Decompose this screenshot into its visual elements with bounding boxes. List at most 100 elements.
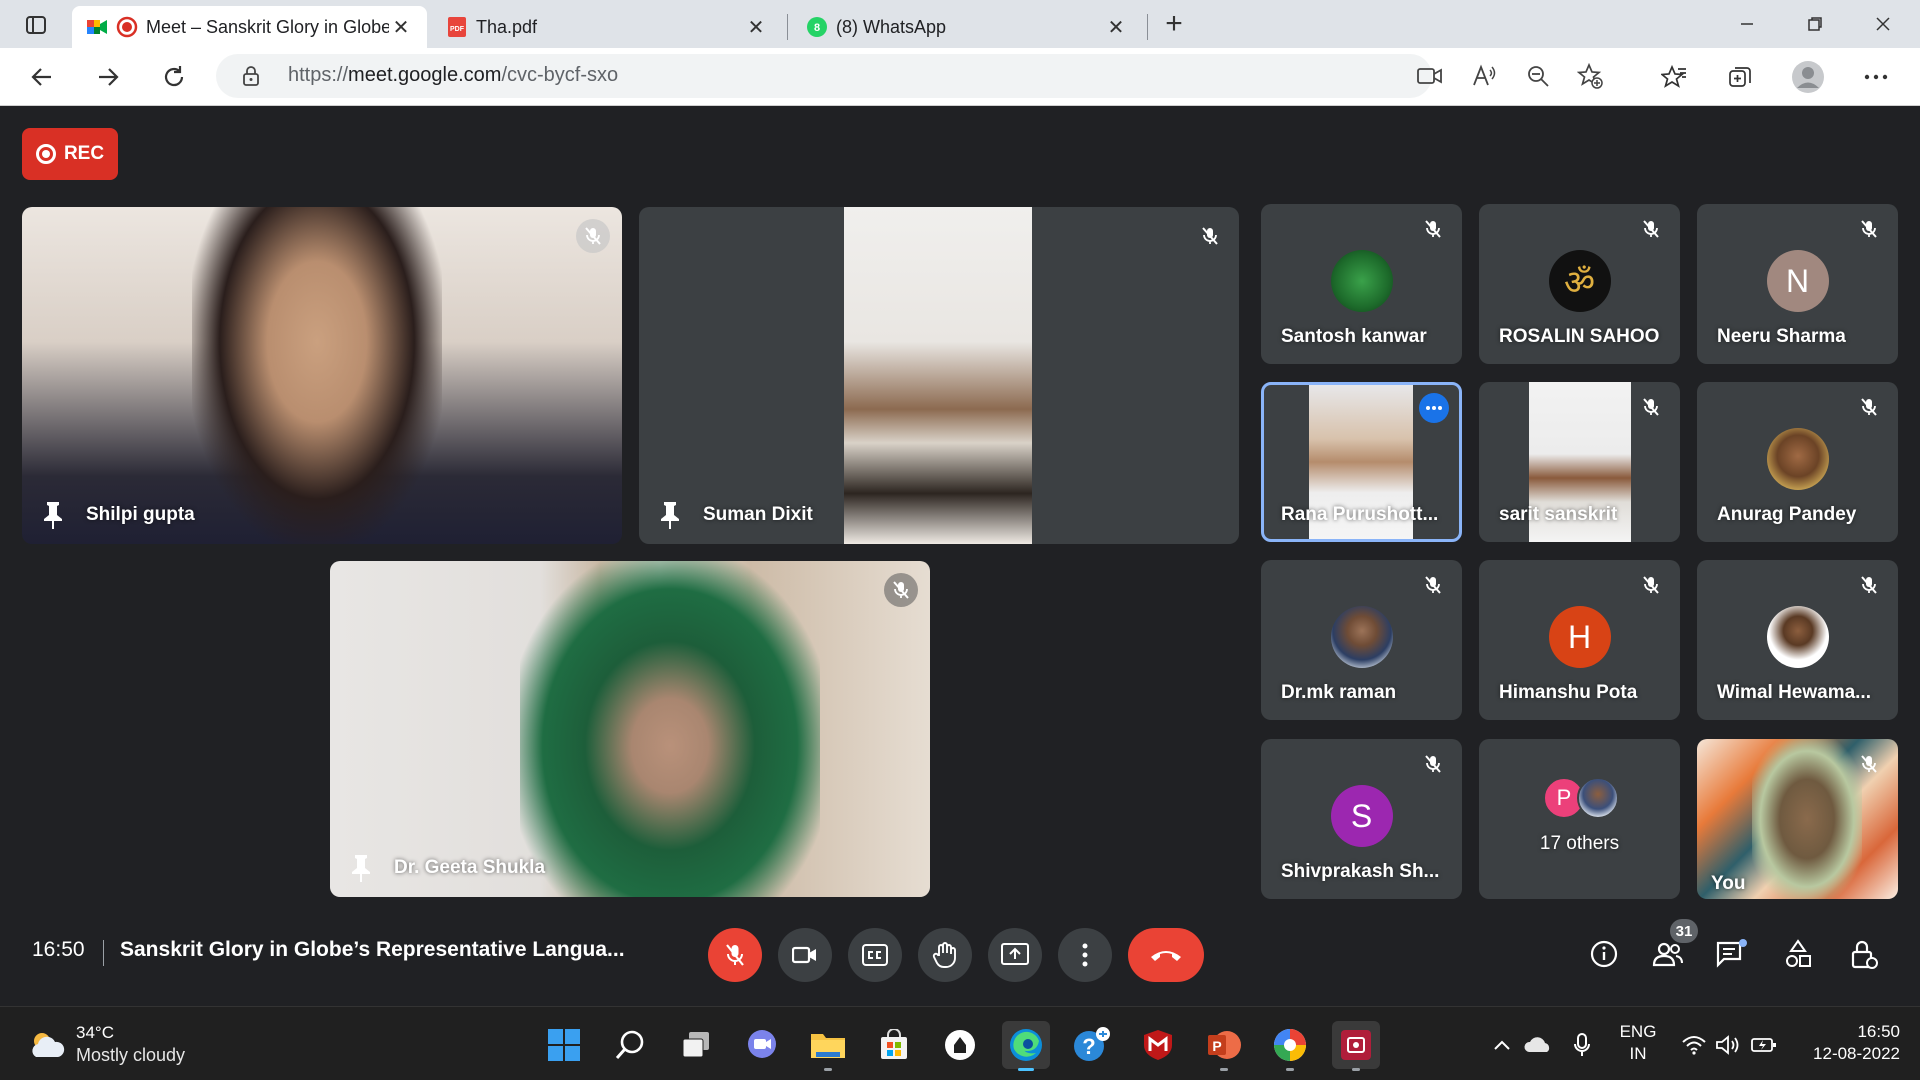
meeting-clock: 16:50	[32, 938, 85, 961]
tab-pdf[interactable]: PDF Tha.pdf ✕	[432, 6, 782, 48]
zoom-out-icon[interactable]	[1524, 62, 1552, 90]
wifi-icon[interactable]	[1678, 1029, 1710, 1061]
participant-tile[interactable]: Anurag Pandey	[1697, 382, 1898, 542]
camera-toggle-button[interactable]	[778, 928, 832, 982]
pin-icon[interactable]	[40, 500, 66, 530]
raise-hand-button[interactable]	[918, 928, 972, 982]
participant-tile[interactable]: Dr.mk raman	[1261, 560, 1462, 720]
onedrive-icon[interactable]	[1522, 1029, 1554, 1061]
participant-tile-speaking[interactable]: Rana Purushott...	[1261, 382, 1462, 542]
captions-button[interactable]	[848, 928, 902, 982]
pin-icon[interactable]	[657, 500, 683, 530]
weather-widget[interactable]: 34°C Mostly cloudy	[28, 1023, 208, 1067]
participant-name: Santosh kanwar	[1281, 326, 1427, 347]
back-button[interactable]	[22, 57, 62, 97]
task-view-icon[interactable]	[672, 1021, 720, 1069]
participant-name: Suman Dixit	[703, 504, 813, 525]
microphone-in-use-icon[interactable]	[1566, 1029, 1598, 1061]
file-explorer-icon[interactable]	[804, 1021, 852, 1071]
participant-tile[interactable]: Santosh kanwar	[1261, 204, 1462, 364]
url-text: https://meet.google.com/cvc-bycf-sxo	[288, 64, 618, 87]
chat-icon[interactable]	[1712, 934, 1752, 974]
address-bar[interactable]: https://meet.google.com/cvc-bycf-sxo	[216, 54, 1603, 98]
muted-mic-icon	[1418, 570, 1448, 600]
more-options-icon[interactable]	[1419, 393, 1449, 423]
screen-recorder-icon[interactable]	[1332, 1021, 1380, 1071]
tab-meet[interactable]: Meet – Sanskrit Glory in Globe's Represe…	[72, 6, 427, 48]
tab-title: Tha.pdf	[476, 16, 538, 37]
weather-condition: Mostly cloudy	[76, 1045, 186, 1065]
participant-tile[interactable]: ॐ ROSALIN SAHOO	[1479, 204, 1680, 364]
google-meet-icon	[86, 16, 108, 38]
favorites-icon[interactable]	[1656, 59, 1692, 95]
teams-chat-icon[interactable]	[738, 1021, 786, 1069]
muted-mic-icon	[1418, 214, 1448, 244]
muted-mic-icon	[1636, 392, 1666, 422]
github-app-icon[interactable]	[936, 1021, 984, 1069]
participant-video	[844, 207, 1032, 544]
participant-tile[interactable]: S Shivprakash Sh...	[1261, 739, 1462, 899]
recording-badge[interactable]: REC	[22, 128, 118, 180]
system-clock[interactable]: 16:50 12-08-2022	[1790, 1021, 1900, 1065]
minimize-button[interactable]	[1714, 0, 1780, 48]
whatsapp-badge: 8	[814, 22, 820, 34]
tab-whatsapp[interactable]: 8 (8) WhatsApp ✕	[792, 6, 1142, 48]
close-tab-icon[interactable]: ✕	[1104, 15, 1128, 39]
powerpoint-icon[interactable]: P	[1200, 1021, 1248, 1071]
photos-app-icon[interactable]	[1266, 1021, 1314, 1071]
muted-mic-icon	[1854, 214, 1884, 244]
participant-tile-main[interactable]: Dr. Geeta Shukla	[330, 561, 930, 897]
participant-name: Shilpi gupta	[86, 504, 195, 525]
self-view-tile[interactable]: You	[1697, 739, 1898, 899]
self-video	[1752, 739, 1862, 899]
muted-mic-icon	[1636, 570, 1666, 600]
muted-mic-icon	[576, 219, 610, 253]
participant-tile[interactable]: sarit sanskrit	[1479, 382, 1680, 542]
restore-button[interactable]	[1782, 0, 1848, 48]
mcafee-icon[interactable]	[1134, 1021, 1182, 1069]
leave-call-button[interactable]	[1128, 928, 1204, 982]
new-tab-button[interactable]: +	[1156, 7, 1192, 40]
get-help-icon[interactable]: ?	[1068, 1021, 1116, 1069]
meeting-details-icon[interactable]	[1584, 934, 1624, 974]
edge-browser-icon[interactable]	[1002, 1021, 1050, 1071]
search-icon[interactable]	[606, 1021, 654, 1069]
participant-name: Wimal Hewama...	[1717, 682, 1871, 703]
participant-tile[interactable]: H Himanshu Pota	[1479, 560, 1680, 720]
camera-permission-icon[interactable]	[1416, 62, 1444, 90]
host-controls-icon[interactable]	[1844, 934, 1884, 974]
tab-actions-icon[interactable]	[14, 10, 58, 40]
present-screen-button[interactable]	[988, 928, 1042, 982]
others-tile[interactable]: P 17 others	[1479, 739, 1680, 899]
participant-tile[interactable]: Wimal Hewama...	[1697, 560, 1898, 720]
windows-start-icon[interactable]	[540, 1021, 588, 1069]
pdf-icon: PDF	[446, 16, 468, 38]
pin-icon[interactable]	[348, 853, 374, 883]
microphone-toggle-button[interactable]	[708, 928, 762, 982]
participant-tile-main[interactable]: Suman Dixit	[639, 207, 1239, 544]
more-options-button[interactable]	[1058, 928, 1112, 982]
collections-icon[interactable]	[1722, 59, 1758, 95]
read-aloud-icon[interactable]	[1470, 62, 1498, 90]
add-favorite-icon[interactable]	[1576, 62, 1604, 90]
activities-icon[interactable]	[1778, 934, 1818, 974]
microsoft-store-icon[interactable]	[870, 1021, 918, 1069]
battery-charging-icon[interactable]	[1748, 1029, 1780, 1061]
participant-name: Neeru Sharma	[1717, 326, 1846, 347]
close-tab-icon[interactable]: ✕	[389, 15, 413, 39]
input-language[interactable]: ENG IN	[1618, 1021, 1658, 1065]
volume-icon[interactable]	[1712, 1029, 1744, 1061]
muted-mic-icon	[1636, 214, 1666, 244]
url-path: /cvc-bycf-sxo	[501, 64, 619, 86]
settings-more-icon[interactable]	[1858, 59, 1894, 95]
lock-icon[interactable]	[240, 65, 262, 87]
forward-button[interactable]	[88, 57, 128, 97]
close-tab-icon[interactable]: ✕	[744, 15, 768, 39]
show-hidden-icons-chevron-icon[interactable]	[1486, 1029, 1518, 1061]
refresh-button[interactable]	[154, 57, 194, 97]
profile-avatar-icon[interactable]	[1790, 59, 1826, 95]
participant-tile-main[interactable]: Shilpi gupta	[22, 207, 622, 544]
muted-mic-icon	[1854, 570, 1884, 600]
participant-tile[interactable]: N Neeru Sharma	[1697, 204, 1898, 364]
close-window-button[interactable]	[1850, 0, 1916, 48]
